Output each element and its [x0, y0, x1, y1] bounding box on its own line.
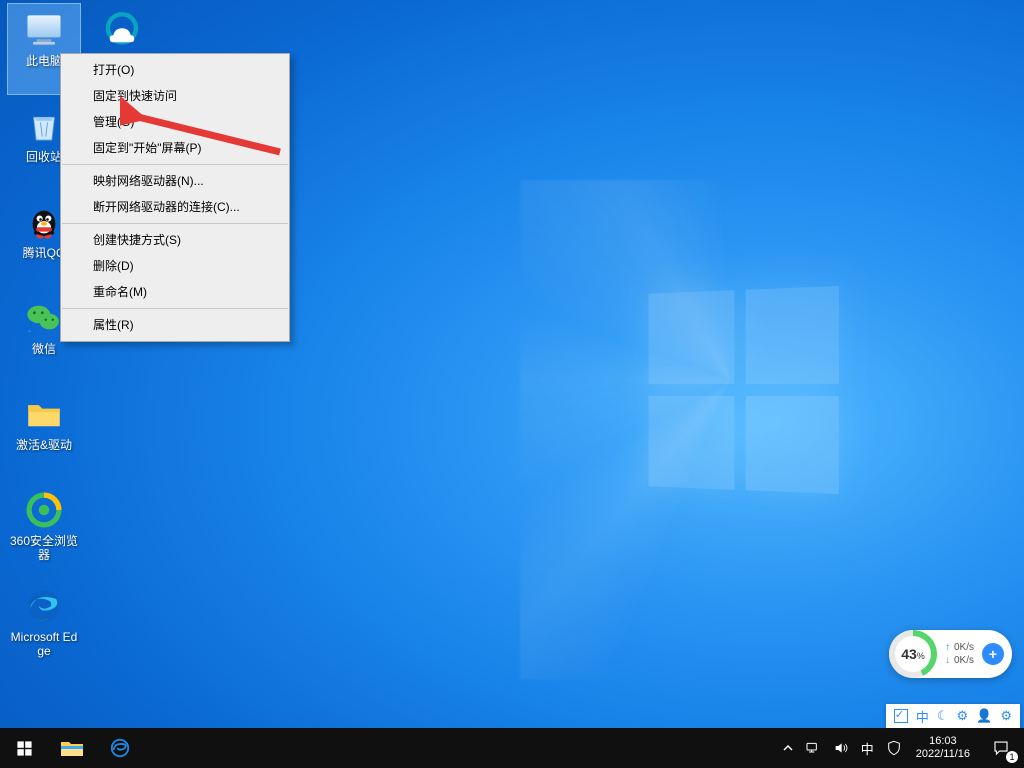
- network-icon: [805, 740, 821, 756]
- desktop-icon-label: 激活&驱动: [16, 438, 72, 452]
- light-rays-decoration: [520, 180, 1024, 680]
- ctx-item-pin-start[interactable]: 固定到"开始"屏幕(P): [61, 135, 289, 161]
- widget-plus-button[interactable]: +: [982, 643, 1004, 665]
- tray-overflow[interactable]: [777, 728, 799, 768]
- minibar-ime[interactable]: 中: [916, 707, 929, 726]
- windows-logo-wallpaper: [648, 286, 838, 494]
- this-pc-icon: [22, 8, 66, 52]
- ctx-item-manage[interactable]: 管理(G): [61, 109, 289, 135]
- memory-percent-unit: %: [917, 651, 925, 661]
- taskbar: 中 16:03 2022/11/16 1: [0, 728, 1024, 768]
- desktop-icon-label: 微信: [32, 342, 56, 356]
- desktop-icon-label: 回收站: [26, 150, 62, 164]
- file-explorer-icon: [60, 738, 84, 758]
- clock-date: 2022/11/16: [916, 748, 970, 761]
- 360-browser-icon: [22, 488, 66, 532]
- desktop-icon-label: 此电脑: [26, 54, 62, 68]
- arrow-down-icon: ↓: [945, 654, 950, 667]
- tray-volume[interactable]: [827, 728, 855, 768]
- thermometer-icon[interactable]: ⚙: [957, 708, 969, 724]
- moon-icon[interactable]: ☾: [937, 708, 949, 724]
- ctx-item-open[interactable]: 打开(O): [61, 57, 289, 83]
- system-tray: 中 16:03 2022/11/16 1: [777, 728, 1024, 768]
- arrow-up-icon: ↑: [945, 641, 950, 654]
- action-center-button[interactable]: 1: [978, 728, 1024, 768]
- memory-usage-ball[interactable]: 43%: [889, 630, 937, 678]
- net-down: 0K/s: [954, 654, 974, 667]
- network-speed: ↑ 0K/s ↓ 0K/s: [945, 641, 974, 667]
- clock-time: 16:03: [929, 735, 957, 748]
- memory-percent: 43: [901, 646, 917, 662]
- desktop-icon-label: 360安全浏览器: [8, 534, 80, 562]
- ctx-separator: [62, 308, 288, 309]
- folder-icon: [22, 392, 66, 436]
- ctx-item-delete[interactable]: 删除(D): [61, 253, 289, 279]
- taskbar-explorer[interactable]: [48, 728, 96, 768]
- desktop[interactable]: 此电脑 回收站: [0, 0, 1024, 768]
- mini-toolbar[interactable]: 中 ☾ ⚙ 👤 ⚙: [886, 704, 1020, 728]
- tray-network[interactable]: [799, 728, 827, 768]
- tray-security[interactable]: [880, 728, 908, 768]
- edge-icon: [22, 584, 66, 628]
- ctx-separator: [62, 223, 288, 224]
- ctx-item-shortcut[interactable]: 创建快捷方式(S): [61, 227, 289, 253]
- volume-icon: [833, 740, 849, 756]
- ctx-item-map-drive[interactable]: 映射网络驱动器(N)...: [61, 168, 289, 194]
- desktop-icon-label: 腾讯QQ: [23, 246, 66, 260]
- context-menu: 打开(O) 固定到快速访问 管理(G) 固定到"开始"屏幕(P) 映射网络驱动器…: [60, 53, 290, 342]
- ctx-item-properties[interactable]: 属性(R): [61, 312, 289, 338]
- desktop-icon-activate-drivers[interactable]: 激活&驱动: [8, 388, 80, 478]
- desktop-icon-360-browser[interactable]: 360安全浏览器: [8, 484, 80, 574]
- ctx-item-rename[interactable]: 重命名(M): [61, 279, 289, 305]
- start-button[interactable]: [0, 728, 48, 768]
- notification-badge: 1: [1006, 751, 1018, 763]
- ctx-item-pin-quick[interactable]: 固定到快速访问: [61, 83, 289, 109]
- user-icon[interactable]: 👤: [976, 708, 992, 724]
- net-up: 0K/s: [954, 641, 974, 654]
- ctx-item-disconnect[interactable]: 断开网络驱动器的连接(C)...: [61, 194, 289, 220]
- tray-ime[interactable]: 中: [855, 728, 880, 768]
- desktop-icon-edge[interactable]: Microsoft Edge: [8, 580, 80, 670]
- chevron-up-icon: [783, 743, 793, 753]
- cloud-app-icon: [100, 8, 144, 52]
- edge-legacy-icon: [109, 737, 131, 759]
- checkbox-icon[interactable]: [894, 709, 908, 723]
- shield-icon: [886, 740, 902, 756]
- float-accelerator-widget[interactable]: 43% ↑ 0K/s ↓ 0K/s +: [889, 630, 1012, 678]
- taskbar-clock[interactable]: 16:03 2022/11/16: [908, 728, 978, 768]
- taskbar-edge-legacy[interactable]: [96, 728, 144, 768]
- ctx-separator: [62, 164, 288, 165]
- windows-start-icon: [16, 740, 33, 757]
- desktop-icon-label: Microsoft Edge: [8, 630, 80, 658]
- gear-icon[interactable]: ⚙: [1000, 708, 1012, 724]
